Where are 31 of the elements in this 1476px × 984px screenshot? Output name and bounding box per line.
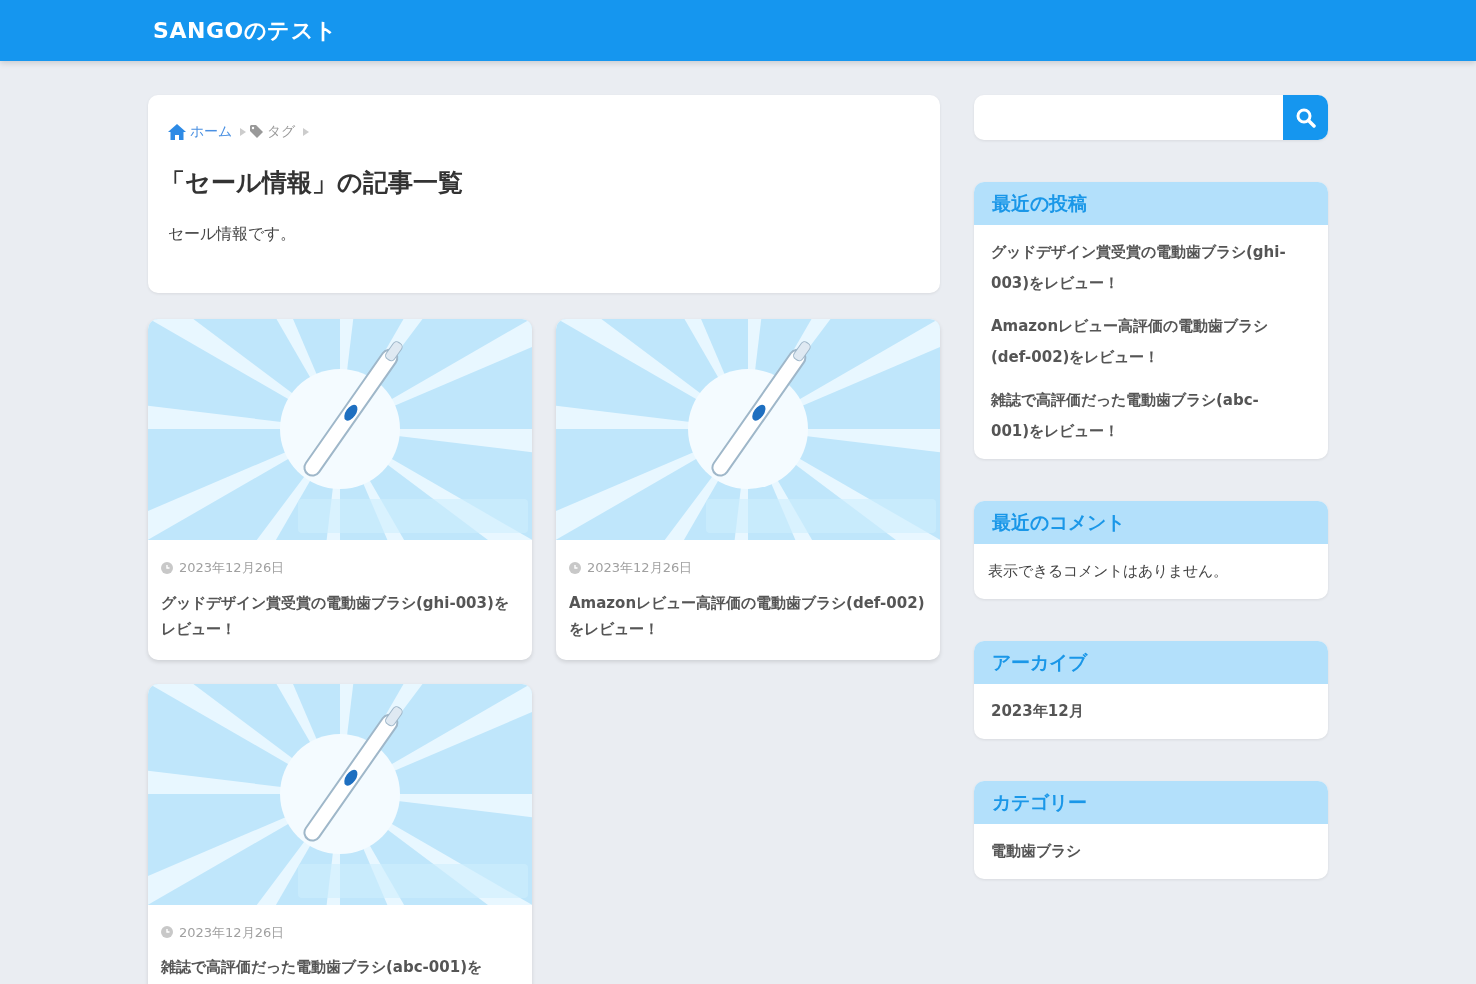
archive-title: 「セール情報」の記事一覧	[160, 167, 464, 199]
widget-title: 最近のコメント	[974, 501, 1328, 544]
search-button[interactable]	[1283, 95, 1328, 140]
widget-title: 最近の投稿	[974, 182, 1328, 225]
post-title: グッドデザイン賞受賞の電動歯ブラシ(ghi-003)をレビュー！	[161, 592, 510, 640]
clock-icon	[161, 926, 173, 939]
tag-icon	[250, 125, 263, 138]
post-date: 2023年12月26日	[179, 923, 285, 942]
post-card[interactable]: 2023年12月26日 雑誌で高評価だった電動歯ブラシ(abc-001)を	[148, 683, 532, 984]
chevron-icon	[303, 127, 309, 136]
post-title: Amazonレビュー高評価の電動歯ブラシ(def-002)をレビュー！	[569, 592, 926, 640]
search-field[interactable]	[974, 95, 1328, 140]
widget-text: 表示できるコメントはありません。	[988, 561, 1229, 582]
search-icon	[1295, 107, 1316, 128]
widget-link[interactable]: 電動歯ブラシ	[991, 835, 1311, 867]
widget-link[interactable]: Amazonレビュー高評価の電動歯ブラシ(def-002)をレビュー！	[991, 311, 1311, 373]
widget-link[interactable]: 2023年12月	[991, 695, 1311, 727]
widget-link[interactable]: グッドデザイン賞受賞の電動歯ブラシ(ghi-003)をレビュー！	[991, 237, 1311, 299]
widget-link[interactable]: 雑誌で高評価だった電動歯ブラシ(abc-001)をレビュー！	[991, 385, 1311, 447]
clock-icon	[569, 561, 581, 574]
post-date: 2023年12月26日	[179, 559, 285, 577]
post-title: 雑誌で高評価だった電動歯ブラシ(abc-001)を	[161, 957, 483, 978]
widget-title: カテゴリー	[974, 780, 1328, 824]
widget-title: アーカイブ	[974, 640, 1328, 684]
chevron-icon	[240, 127, 246, 136]
post-card[interactable]: 2023年12月26日 グッドデザイン賞受賞の電動歯ブラシ(ghi-003)をレビュー！	[148, 319, 532, 660]
post-date: 2023年12月26日	[587, 559, 693, 577]
post-card[interactable]: 2023年12月26日 Amazonレビュー高評価の電動歯ブラシ(def-002)をレビュー！	[556, 319, 940, 660]
home-icon	[168, 123, 186, 140]
clock-icon	[161, 561, 173, 574]
archive-description: セール情報です。	[168, 222, 297, 245]
